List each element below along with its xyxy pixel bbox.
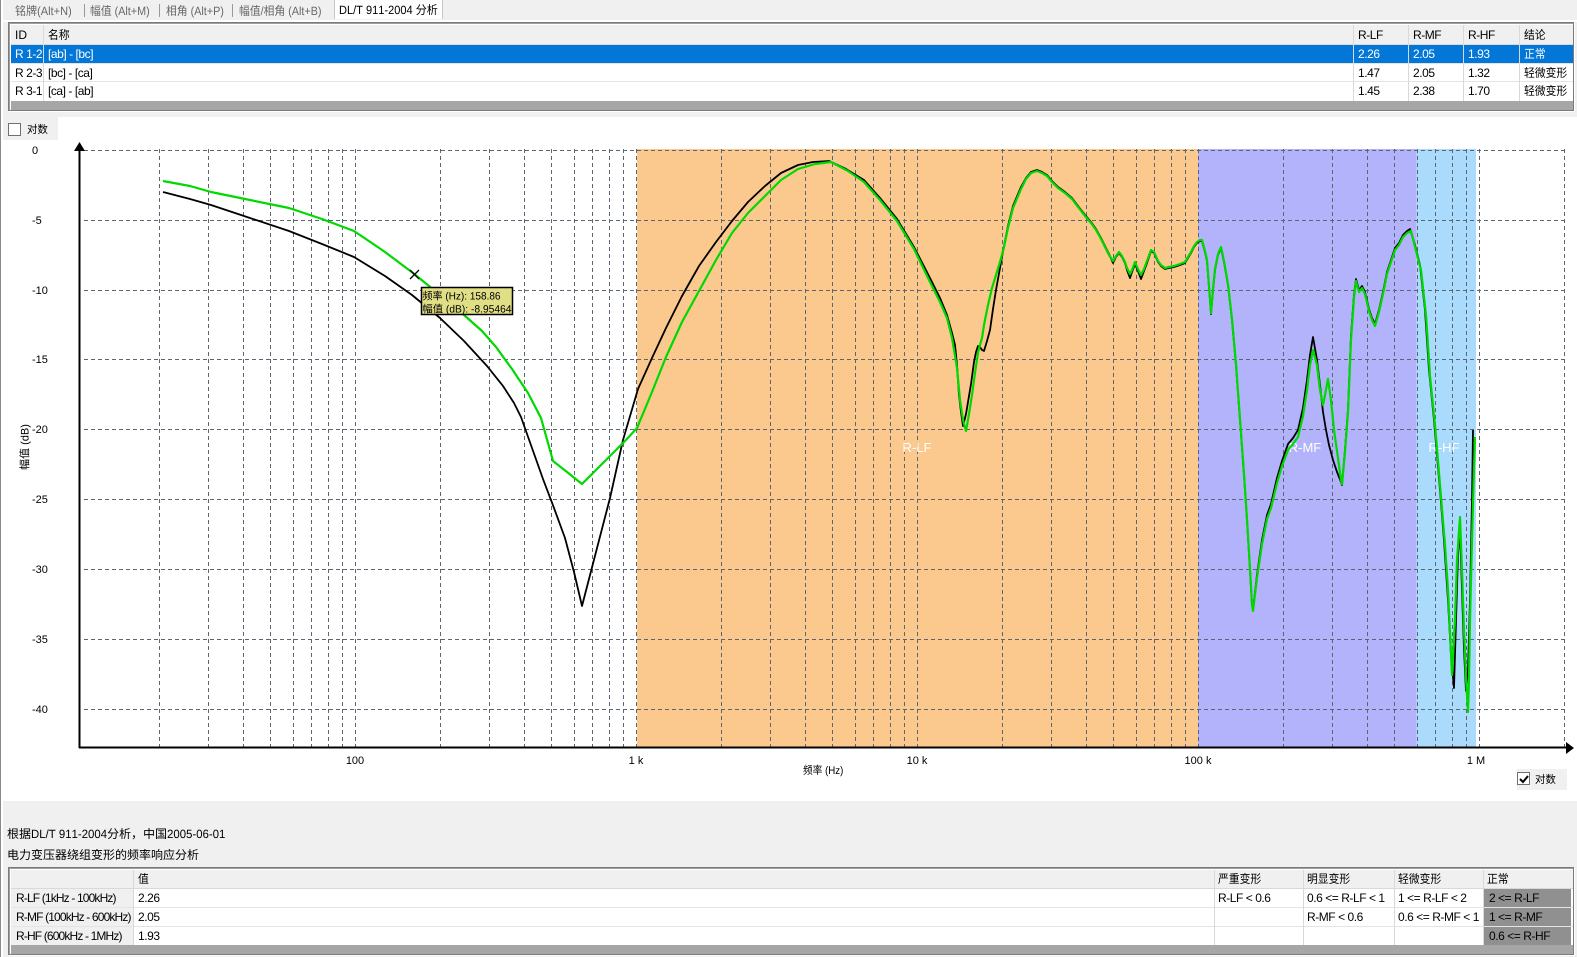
svg-text:-5: -5	[32, 215, 42, 227]
svg-text:-25: -25	[32, 494, 48, 506]
svg-text:1 M: 1 M	[1467, 755, 1485, 767]
svg-text:-40: -40	[32, 704, 48, 716]
svg-text:-30: -30	[32, 564, 48, 576]
svg-text:R-LF: R-LF	[903, 440, 932, 455]
svg-text:0: 0	[32, 145, 38, 157]
svg-text:100: 100	[346, 755, 364, 767]
svg-text:-15: -15	[32, 354, 48, 366]
svg-text:-10: -10	[32, 285, 48, 297]
svg-text:-35: -35	[32, 634, 48, 646]
svg-text:1 k: 1 k	[629, 755, 644, 767]
svg-text:10 k: 10 k	[907, 755, 928, 767]
svg-text:-20: -20	[32, 424, 48, 436]
svg-text:R-HF: R-HF	[1428, 440, 1459, 455]
svg-text:100 k: 100 k	[1185, 755, 1212, 767]
